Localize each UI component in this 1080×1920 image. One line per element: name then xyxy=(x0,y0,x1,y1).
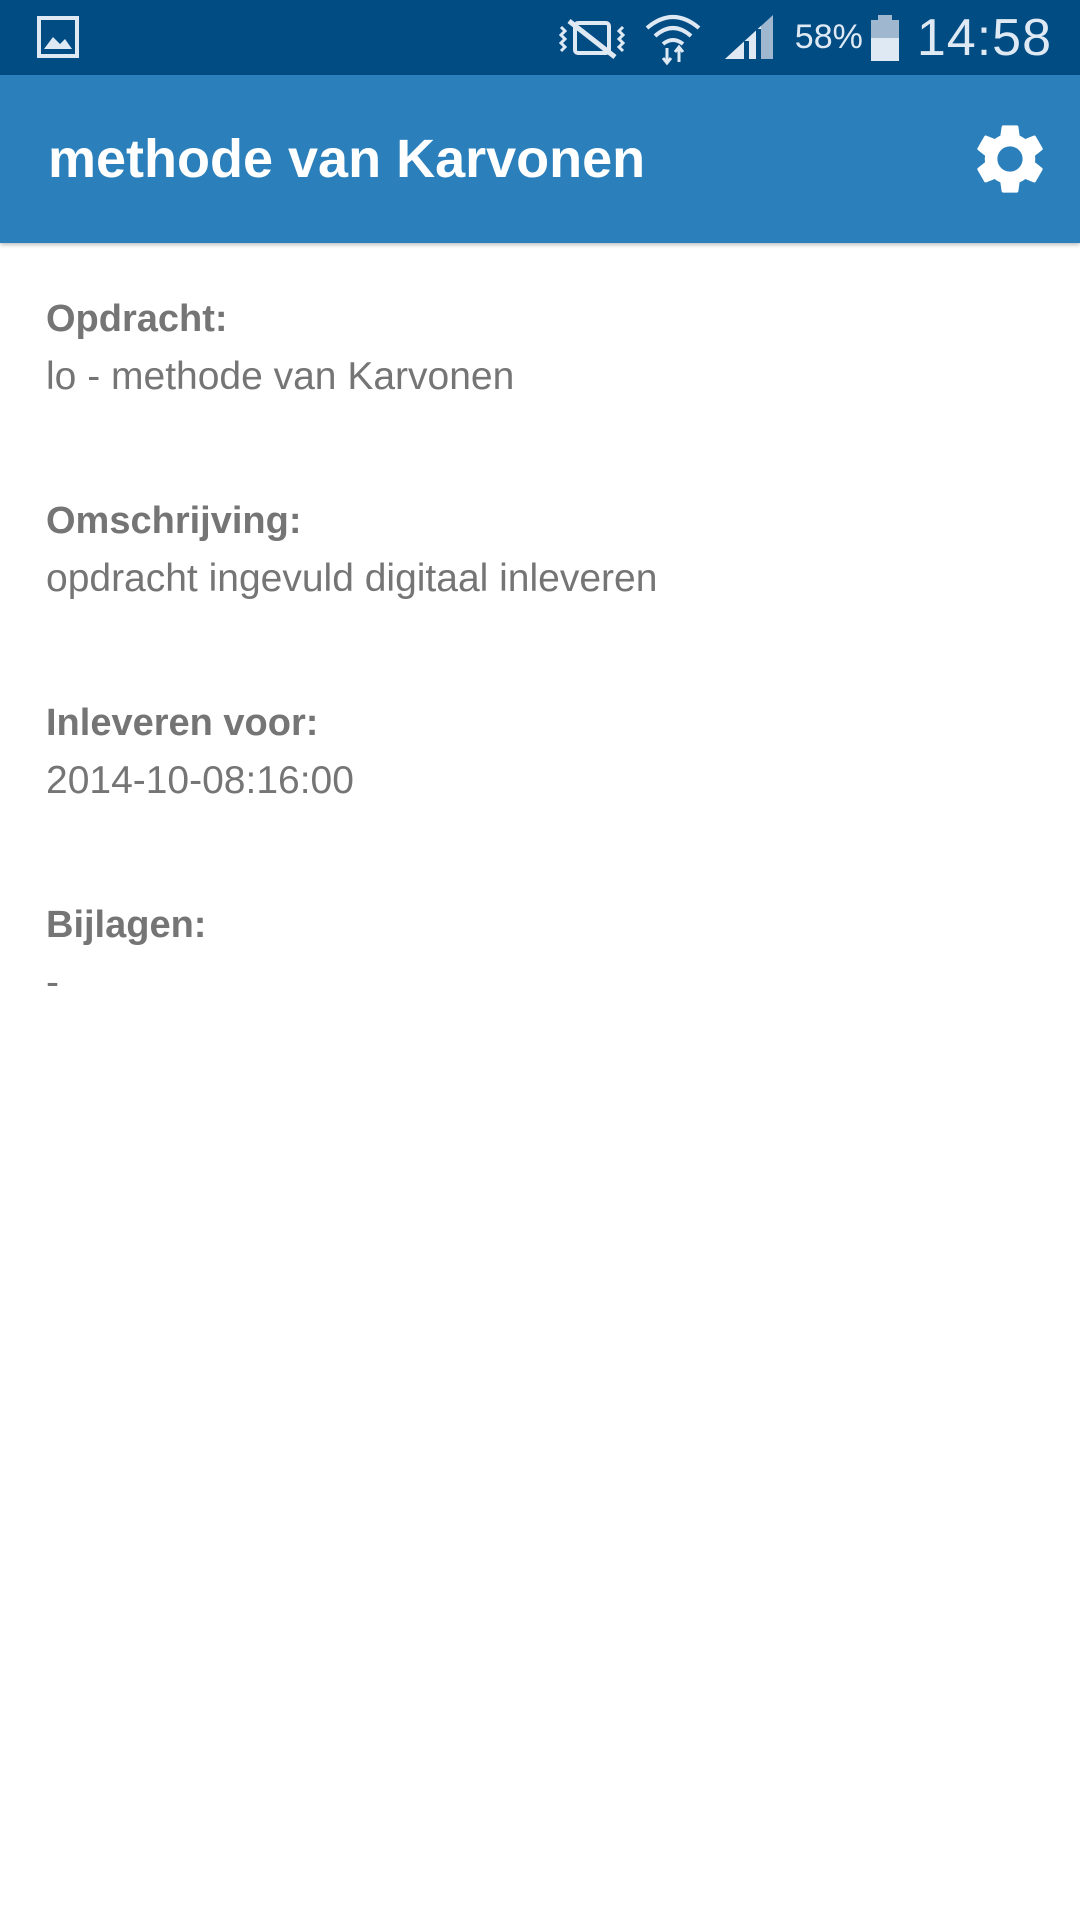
gallery-icon xyxy=(37,16,79,58)
app-bar: methode van Karvonen xyxy=(0,75,1080,243)
due-date-field: Inleveren voor: 2014-10-08:16:00 xyxy=(46,694,1026,810)
description-label: Omschrijving: xyxy=(46,500,302,542)
page-title: methode van Karvonen xyxy=(48,129,646,189)
assignment-field: Opdracht: lo - methode van Karvonen xyxy=(46,290,1026,406)
wifi-icon xyxy=(645,14,701,65)
status-icons: 58% 14:58 xyxy=(555,0,1052,75)
signal-icon xyxy=(724,14,773,59)
attachments-value: - xyxy=(46,961,59,1004)
settings-button[interactable] xyxy=(968,117,1052,201)
vibrate-mute-icon xyxy=(558,18,625,59)
clock: 14:58 xyxy=(916,8,1052,67)
due-date-value: 2014-10-08:16:00 xyxy=(46,759,354,802)
assignment-label: Opdracht: xyxy=(46,298,228,340)
due-date-label: Inleveren voor: xyxy=(46,702,319,744)
battery-icon xyxy=(870,14,899,61)
battery-percentage: 58% xyxy=(794,18,863,56)
assignment-value: lo - methode van Karvonen xyxy=(46,355,515,398)
description-field: Omschrijving: opdracht ingevuld digitaal… xyxy=(46,492,1026,608)
description-value: opdracht ingevuld digitaal inleveren xyxy=(46,557,658,600)
attachments-label: Bijlagen: xyxy=(46,904,207,946)
gear-icon xyxy=(977,125,1043,193)
attachments-field: Bijlagen: - xyxy=(46,896,1026,1012)
status-bar: 58% 14:58 xyxy=(0,0,1080,75)
assignment-details: Opdracht: lo - methode van Karvonen Omsc… xyxy=(46,290,1026,1098)
